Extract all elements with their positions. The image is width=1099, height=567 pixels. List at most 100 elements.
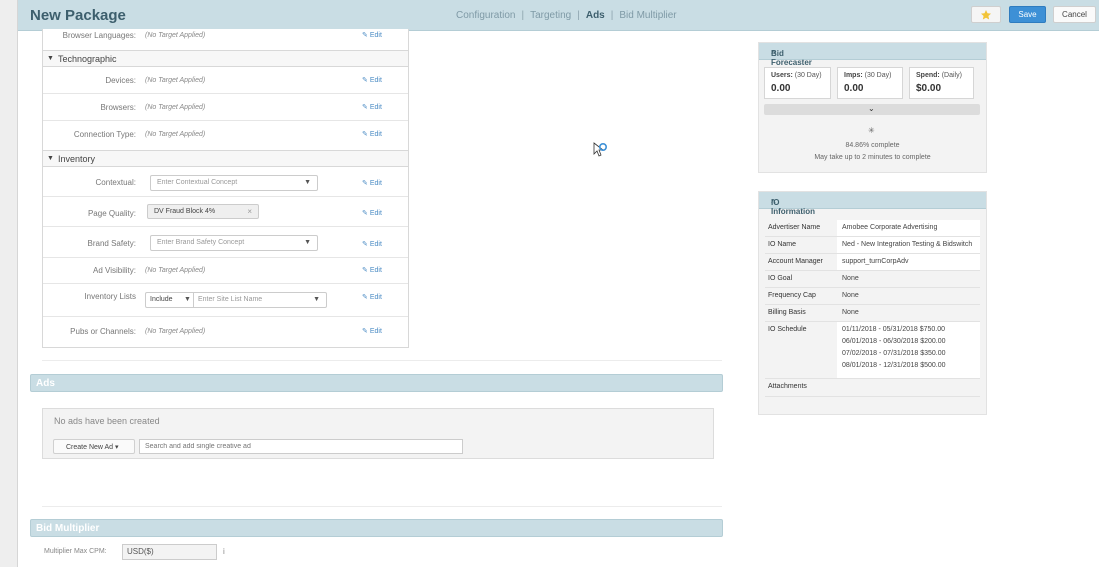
top-bar: New Package Configuration | Targeting | Ads |…	[18, 0, 1099, 31]
schedule-line: 07/02/2018 - 07/31/2018 $350.00	[842, 350, 946, 357]
browsers-edit-link[interactable]: ✎ Edit	[362, 103, 382, 111]
pencil-icon: ✎	[362, 294, 368, 301]
nav-bid-multiplier[interactable]: Bid Multiplier	[619, 10, 676, 21]
pencil-icon: ✎	[362, 131, 368, 138]
pubs-channels-edit-link[interactable]: ✎ Edit	[362, 327, 382, 335]
io-information-header[interactable]: ^ IO Information	[759, 192, 986, 216]
io-row: IO Name Ned - New Integration Testing & B…	[765, 237, 980, 254]
contextual-placeholder: Enter Contextual Concept	[157, 179, 238, 186]
inventory-lists-edit-link[interactable]: ✎ Edit	[362, 293, 382, 301]
bid-forecaster-panel: ^ Bid Forecaster Users: (30 Day) 0.00 Im…	[758, 42, 987, 173]
contextual-dropdown[interactable]: Enter Contextual Concept ▼	[150, 175, 318, 191]
inventory-lists-control[interactable]: Include ▼ Enter Site List Name ▼	[145, 292, 327, 308]
connection-type-edit-link[interactable]: ✎ Edit	[362, 130, 382, 138]
no-ads-message: No ads have been created	[54, 416, 160, 426]
brand-safety-label: Brand Safety:	[87, 239, 136, 248]
info-icon[interactable]: i	[223, 547, 225, 556]
save-button[interactable]: Save	[1009, 6, 1046, 23]
targeting-panel: Browser Languages: (No Target Applied) ✎…	[42, 29, 409, 348]
imps-value: 0.00	[844, 83, 864, 94]
pencil-icon: ✎	[362, 104, 368, 111]
divider	[42, 360, 722, 361]
ad-visibility-edit-link[interactable]: ✎ Edit	[362, 266, 382, 274]
io-row: Attachments	[765, 379, 980, 397]
collapse-caret-icon: ▼	[47, 155, 54, 162]
pencil-icon: ✎	[362, 328, 368, 335]
nav-separator: |	[521, 10, 525, 21]
technographic-header[interactable]: ▼ Technographic	[43, 50, 408, 67]
pubs-channels-value: (No Target Applied)	[145, 328, 206, 335]
nav-separator: |	[577, 10, 580, 21]
attachments-label: Attachments	[768, 383, 807, 390]
ads-section-header: Ads	[30, 374, 723, 392]
pencil-icon: ✎	[362, 77, 368, 84]
busy-cursor-icon	[593, 142, 608, 157]
pencil-icon: ✎	[362, 180, 368, 187]
spend-stat: Spend: (Daily) $0.00	[909, 67, 974, 99]
bid-forecaster-header[interactable]: ^ Bid Forecaster	[759, 43, 986, 67]
pencil-icon: ✎	[362, 32, 368, 39]
row-brand-safety: Brand Safety: Enter Brand Safety Concept…	[43, 227, 408, 258]
connection-type-label: Connection Type:	[73, 130, 136, 139]
contextual-edit-link[interactable]: ✎ Edit	[362, 179, 382, 187]
row-pubs-channels: Pubs or Channels: (No Target Applied) ✎ E…	[43, 317, 408, 347]
nav-configuration[interactable]: Configuration	[456, 10, 515, 21]
brand-safety-dropdown[interactable]: Enter Brand Safety Concept ▼	[150, 235, 318, 251]
browsers-value: (No Target Applied)	[145, 104, 206, 111]
devices-label: Devices:	[105, 76, 136, 85]
page-quality-tag[interactable]: DV Fraud Block 4% ×	[147, 204, 259, 219]
imps-stat: Imps: (30 Day) 0.00	[837, 67, 903, 99]
pencil-icon: ✎	[362, 267, 368, 274]
row-browsers: Browsers: (No Target Applied) ✎ Edit	[43, 94, 408, 121]
row-ad-visibility: Ad Visibility: (No Target Applied) ✎ Edit	[43, 258, 408, 284]
browser-languages-edit-link[interactable]: ✎ Edit	[362, 31, 382, 39]
io-schedule-label: IO Schedule	[768, 326, 807, 333]
row-connection-type: Connection Type: (No Target Applied) ✎ Ed…	[43, 121, 408, 151]
row-page-quality: Page Quality: DV Fraud Block 4% × ✎ Edit	[43, 197, 408, 227]
step-nav: Configuration | Targeting | Ads | Bid Multipli…	[456, 10, 677, 21]
spend-value: $0.00	[916, 83, 942, 94]
technographic-title: Technographic	[58, 54, 117, 64]
page-quality-edit-link[interactable]: ✎ Edit	[362, 209, 382, 217]
include-select-value[interactable]: Include	[150, 296, 173, 303]
page-title: New Package	[30, 7, 126, 24]
creative-search-input[interactable]	[139, 439, 463, 454]
ads-section-title: Ads	[36, 378, 55, 389]
brand-safety-edit-link[interactable]: ✎ Edit	[362, 240, 382, 248]
caret-down-icon: ▼	[304, 239, 311, 246]
collapse-caret-icon: ▼	[47, 55, 54, 62]
devices-value: (No Target Applied)	[145, 77, 206, 84]
caret-down-icon: ▾	[115, 444, 119, 451]
devices-edit-link[interactable]: ✎ Edit	[362, 76, 382, 84]
page-quality-label: Page Quality:	[87, 209, 136, 218]
bid-multiplier-section-header: Bid Multiplier	[30, 519, 723, 537]
bid-multiplier-section-title: Bid Multiplier	[36, 523, 100, 534]
star-icon	[981, 9, 991, 20]
browser-languages-label: Browser Languages:	[62, 31, 136, 40]
nav-ads[interactable]: Ads	[586, 10, 605, 21]
left-strip	[0, 0, 18, 567]
expand-forecast-bar[interactable]: ⌄	[764, 104, 980, 115]
schedule-line: 06/01/2018 - 06/30/2018 $200.00	[842, 338, 946, 345]
browsers-label: Browsers:	[100, 103, 136, 112]
cancel-button[interactable]: Cancel	[1053, 6, 1096, 23]
progress-text: 84.86% complete	[845, 142, 900, 149]
browser-languages-value: (No Target Applied)	[145, 32, 206, 39]
caret-down-icon: ▼	[184, 296, 191, 303]
create-new-ad-button[interactable]: Create New Ad ▾	[53, 439, 135, 454]
currency-field[interactable]: USD($)	[122, 544, 217, 560]
inventory-header[interactable]: ▼ Inventory	[43, 150, 408, 167]
favorite-button[interactable]	[971, 6, 1001, 23]
nav-separator: |	[610, 10, 614, 21]
ad-visibility-label: Ad Visibility:	[93, 266, 136, 275]
divider	[42, 506, 722, 507]
nav-targeting[interactable]: Targeting	[530, 10, 571, 21]
io-row: IO Goal None	[765, 271, 980, 288]
io-row: Frequency Cap None	[765, 288, 980, 305]
connection-type-value: (No Target Applied)	[145, 131, 206, 138]
multiplier-max-cpm-label: Multiplier Max CPM:	[44, 548, 107, 555]
inventory-title: Inventory	[58, 154, 96, 164]
contextual-label: Contextual:	[95, 178, 136, 187]
remove-tag-icon[interactable]: ×	[247, 207, 252, 216]
io-information-panel: ^ IO Information Advertiser Name Amobee C…	[758, 191, 987, 415]
